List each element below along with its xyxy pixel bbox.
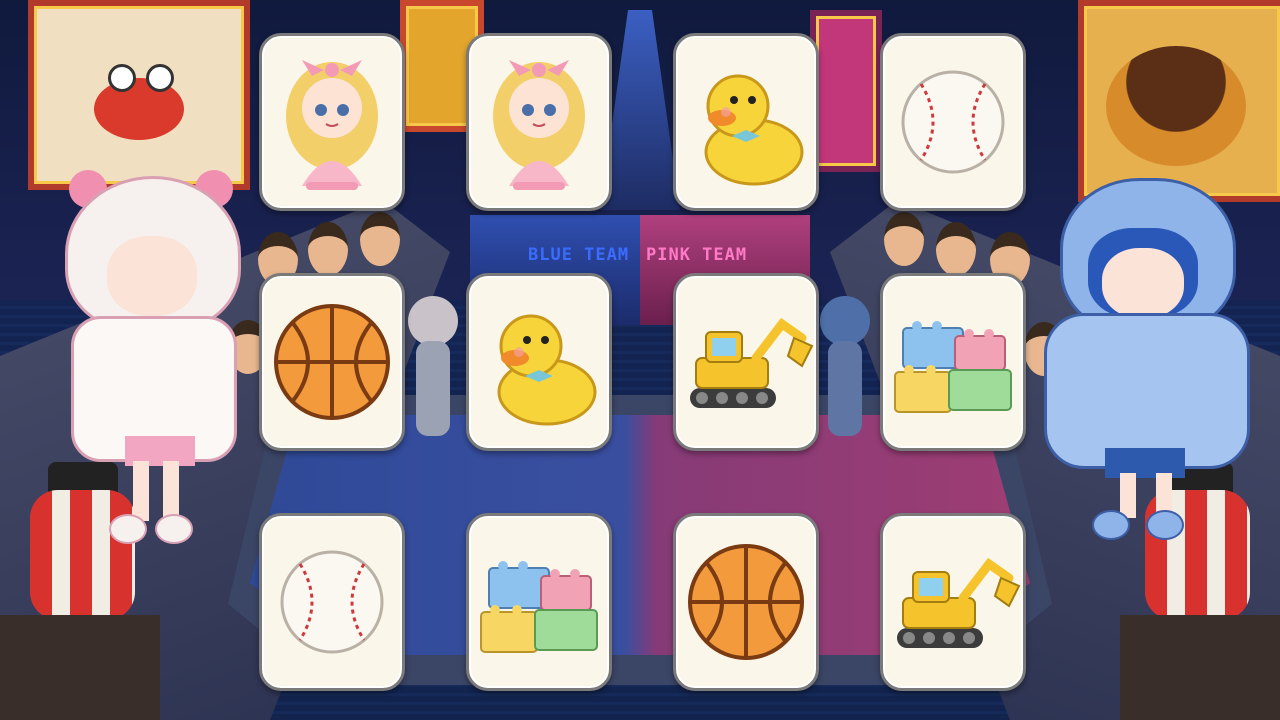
slipper-icon [1092, 510, 1130, 540]
card-basketball[interactable] [673, 513, 819, 691]
blue-team-label: BLUE TEAM [528, 245, 630, 265]
slipper-icon [1146, 510, 1184, 540]
card-rubber-duck[interactable] [466, 273, 612, 451]
baseball-icon [280, 550, 384, 654]
takoyaki-icon [1106, 46, 1246, 166]
doll-icon [285, 59, 379, 191]
spectator [884, 212, 924, 266]
blue-team-mini-player [408, 296, 458, 436]
crab-eye-icon [146, 64, 174, 92]
rubber-duck-icon [497, 314, 597, 426]
doll-icon [492, 59, 586, 191]
blue-hoodie [1044, 313, 1250, 469]
excavator-icon [883, 516, 1023, 688]
pineapple-banner [810, 10, 882, 172]
card-doll[interactable] [259, 33, 405, 211]
slipper-icon [109, 514, 147, 544]
toy-blocks-icon [894, 320, 1012, 413]
face [107, 236, 197, 316]
crab-eye-icon [108, 64, 136, 92]
slipper-icon [155, 514, 193, 544]
card-baseball[interactable] [259, 513, 405, 691]
basketball-icon [688, 544, 804, 660]
player-blue-shark-boy [1030, 178, 1260, 548]
spectator [936, 222, 976, 276]
crab-icon [94, 78, 184, 140]
pink-team-label: PINK TEAM [646, 245, 748, 265]
spectator [308, 222, 348, 276]
face [1102, 248, 1184, 318]
card-excavator[interactable] [880, 513, 1026, 691]
card-toy-blocks[interactable] [880, 273, 1026, 451]
player-pink-bear-girl [55, 170, 245, 546]
card-excavator[interactable] [673, 273, 819, 451]
card-baseball[interactable] [880, 33, 1026, 211]
rubber-duck-icon [704, 74, 804, 186]
card-basketball[interactable] [259, 273, 405, 451]
basketball-icon [274, 304, 390, 420]
excavator-icon [676, 276, 816, 448]
card-doll[interactable] [466, 33, 612, 211]
arena-scene: BLUE TEAM PINK TEAM [0, 0, 1280, 720]
card-rubber-duck[interactable] [673, 33, 819, 211]
toy-blocks-icon [480, 560, 598, 653]
takoyaki-banner [1078, 0, 1280, 202]
baseball-icon [901, 70, 1005, 174]
spectator [360, 212, 400, 266]
pedestal-left [0, 615, 160, 720]
pink-team-mini-player [820, 296, 870, 436]
pedestal-right [1120, 615, 1280, 720]
card-toy-blocks[interactable] [466, 513, 612, 691]
crab-banner [28, 0, 250, 190]
